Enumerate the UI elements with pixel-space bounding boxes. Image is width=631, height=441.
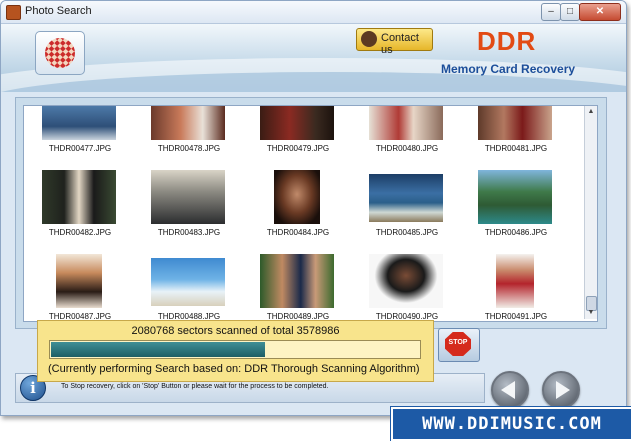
thumbnail-filename: THDR00481.JPG bbox=[484, 144, 548, 153]
title-bar[interactable]: Photo Search – □ ✕ bbox=[1, 1, 626, 24]
thumbnail-filename: THDR00484.JPG bbox=[266, 228, 330, 237]
stop-button-label: STOP bbox=[448, 339, 468, 346]
minimize-button[interactable]: – bbox=[541, 3, 561, 21]
photo-thumbnail-icon bbox=[369, 106, 443, 140]
photo-thumbnail-icon bbox=[260, 106, 334, 140]
product-subtitle: Memory Card Recovery bbox=[441, 62, 576, 76]
thumbnail-item[interactable]: THDR00483.JPG bbox=[141, 170, 237, 237]
app-icon bbox=[6, 5, 21, 20]
photo-thumbnail-icon bbox=[56, 254, 102, 308]
arrow-right-icon bbox=[556, 381, 570, 399]
scan-progress-bar bbox=[49, 340, 421, 359]
photo-thumbnail-icon bbox=[42, 170, 116, 224]
thumbnail-item[interactable]: THDR00478.JPG bbox=[141, 106, 237, 156]
thumbnail-grid[interactable]: THDR00477.JPG THDR00478.JPG THDR00479.JP… bbox=[23, 105, 598, 322]
photo-thumbnail-icon bbox=[478, 170, 552, 224]
photo-thumbnail-icon bbox=[496, 254, 534, 308]
photo-thumbnail-icon bbox=[151, 106, 225, 140]
thumbnail-item[interactable]: THDR00481.JPG bbox=[468, 106, 564, 156]
app-window: Photo Search – □ ✕ Contact us DDR Memory… bbox=[0, 0, 627, 416]
back-button[interactable] bbox=[491, 371, 529, 409]
thumbnail-item[interactable]: THDR00490.JPG bbox=[359, 254, 455, 321]
photo-thumbnail-icon bbox=[42, 106, 116, 140]
window-title: Photo Search bbox=[25, 5, 92, 17]
thumbnail-item[interactable]: THDR00486.JPG bbox=[468, 170, 564, 237]
scroll-down-icon[interactable]: ▼ bbox=[586, 308, 596, 318]
thumbnail-item[interactable]: THDR00487.JPG bbox=[32, 254, 128, 321]
thumbnail-item[interactable]: THDR00477.JPG bbox=[32, 106, 128, 156]
next-button[interactable] bbox=[542, 371, 580, 409]
thumbnail-filename: THDR00491.JPG bbox=[484, 312, 548, 321]
logo-icon bbox=[38, 31, 82, 75]
thumbnail-filename: THDR00486.JPG bbox=[484, 228, 548, 237]
thumbnail-filename: THDR00482.JPG bbox=[48, 228, 112, 237]
photo-thumbnail-icon bbox=[369, 254, 443, 308]
thumbnail-item[interactable]: THDR00480.JPG bbox=[359, 106, 455, 156]
algorithm-text: (Currently performing Search based on: D… bbox=[48, 363, 420, 375]
sectors-scanned-text: 2080768 sectors scanned of total 3578986 bbox=[131, 325, 340, 337]
scroll-up-icon[interactable]: ▲ bbox=[586, 107, 596, 117]
thumbnail-item[interactable]: THDR00484.JPG bbox=[250, 170, 346, 237]
scan-progress-panel: 2080768 sectors scanned of total 3578986… bbox=[37, 320, 434, 382]
close-button[interactable]: ✕ bbox=[579, 3, 621, 21]
status-message: To Stop recovery, click on 'Stop' Button… bbox=[61, 383, 329, 390]
progress-fill bbox=[51, 342, 265, 357]
thumbnail-item[interactable]: THDR00482.JPG bbox=[32, 170, 128, 237]
photo-thumbnail-icon bbox=[369, 174, 443, 222]
photo-thumbnail-icon bbox=[260, 254, 334, 308]
header-banner: Contact us DDR Memory Card Recovery bbox=[1, 24, 626, 92]
stop-button[interactable]: STOP bbox=[438, 328, 480, 362]
thumbnail-scrollbar[interactable]: ▲ ▼ bbox=[584, 106, 597, 319]
thumbnail-filename: THDR00485.JPG bbox=[375, 228, 439, 237]
thumbnail-item[interactable]: THDR00491.JPG bbox=[468, 254, 564, 321]
thumbnail-item[interactable]: THDR00479.JPG bbox=[250, 106, 346, 156]
app-logo bbox=[35, 31, 85, 75]
contact-us-label: Contact us bbox=[381, 32, 419, 56]
contact-us-button[interactable]: Contact us bbox=[356, 28, 433, 56]
photo-thumbnail-icon bbox=[151, 170, 225, 224]
thumbnail-filename: THDR00477.JPG bbox=[48, 144, 112, 153]
thumbnail-item[interactable]: THDR00489.JPG bbox=[250, 254, 346, 321]
thumbnail-filename: THDR00480.JPG bbox=[375, 144, 439, 153]
photo-thumbnail-icon bbox=[478, 106, 552, 140]
arrow-left-icon bbox=[501, 381, 515, 399]
person-icon bbox=[361, 31, 377, 47]
photo-thumbnail-icon bbox=[274, 170, 320, 224]
website-watermark: WWW.DDIMUSIC.COM bbox=[390, 406, 631, 441]
thumbnail-item[interactable]: THDR00488.JPG bbox=[141, 254, 237, 321]
thumbnail-filename: THDR00483.JPG bbox=[157, 228, 221, 237]
brand-name: DDR bbox=[477, 26, 537, 56]
maximize-button[interactable]: □ bbox=[560, 3, 580, 21]
thumbnail-filename: THDR00478.JPG bbox=[157, 144, 221, 153]
thumbnail-filename: THDR00479.JPG bbox=[266, 144, 330, 153]
photo-thumbnail-icon bbox=[151, 258, 225, 306]
thumbnail-item[interactable]: THDR00485.JPG bbox=[359, 170, 455, 237]
